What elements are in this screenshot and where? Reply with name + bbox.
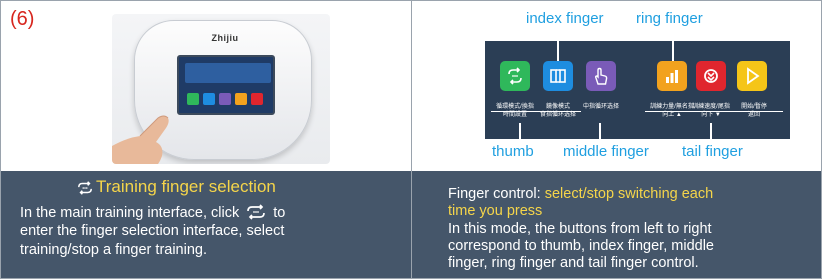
hand-icon <box>594 67 608 85</box>
swap-icon <box>78 181 92 195</box>
left-line-3: training/stop a finger training. <box>20 242 207 258</box>
swap-icon <box>247 204 266 220</box>
leader-ring <box>672 41 674 61</box>
bar-chart-icon <box>666 70 678 83</box>
label-thumb: thumb <box>492 143 534 160</box>
caption-underline-right <box>645 111 783 112</box>
leader-tail <box>710 123 712 139</box>
mirror-icon <box>550 69 566 83</box>
left-line-2: enter the finger selection interface, se… <box>20 223 285 239</box>
label-ring-finger: ring finger <box>636 10 703 27</box>
play-icon <box>747 67 760 85</box>
thumb-button[interactable] <box>500 61 530 91</box>
label-tail-finger: tail finger <box>682 143 743 160</box>
refresh-icon <box>704 69 718 83</box>
swap-icon <box>508 67 522 85</box>
right-line-4: correspond to thumb, index finger, middl… <box>448 238 714 254</box>
device-photo: Zhijiu <box>112 14 330 164</box>
middle-button-caption: 中指循环选择 <box>582 104 619 110</box>
device-button-panel: 循環模式/換指 時間設置 鏡像模式 食指循环选择 中指循环选择 訓練力量/無名指 向上… <box>485 41 790 139</box>
left-line-1: In the main training interface, click to <box>20 204 286 221</box>
index-finger-button[interactable] <box>543 61 573 91</box>
hand-image <box>112 115 169 164</box>
caption-underline-left <box>491 111 581 112</box>
right-line-1: Finger control: select/stop switching ea… <box>448 186 714 202</box>
device-logo: Zhijiu <box>211 33 239 43</box>
leader-middle <box>599 123 601 139</box>
label-index-finger: index finger <box>526 10 604 27</box>
tail-finger-button[interactable] <box>696 61 726 91</box>
leader-index <box>557 41 559 61</box>
right-line-5: finger, ring finger and tail finger cont… <box>448 255 699 271</box>
leader-thumb <box>519 123 521 139</box>
device-screen <box>177 55 275 115</box>
section-title: Training finger selection <box>96 177 276 196</box>
step-label: (6) <box>10 8 35 30</box>
right-line-3: In this mode, the buttons from left to r… <box>448 221 712 237</box>
middle-finger-button[interactable] <box>586 61 616 91</box>
label-middle-finger: middle finger <box>563 143 649 160</box>
start-pause-button[interactable] <box>737 61 767 91</box>
right-line-2: time you press <box>448 203 543 219</box>
ring-finger-button[interactable] <box>657 61 687 91</box>
